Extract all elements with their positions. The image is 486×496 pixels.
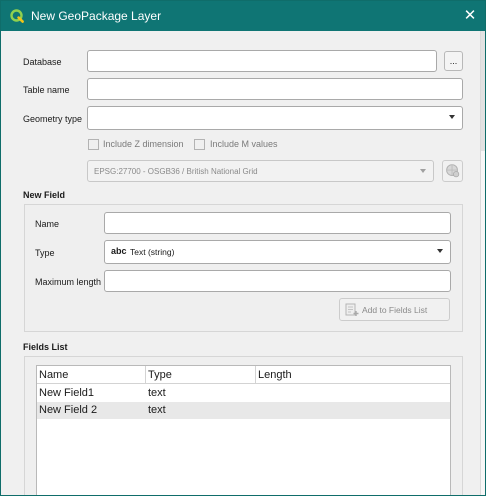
table-name-input[interactable] [87, 78, 463, 100]
new-geopackage-layer-dialog: New GeoPackage Layer ✕ Database ... Tabl… [0, 0, 486, 496]
window-title: New GeoPackage Layer [31, 9, 162, 23]
column-header-type[interactable]: Type [146, 366, 256, 384]
chevron-down-icon [437, 249, 443, 253]
browse-database-button[interactable]: ... [444, 51, 463, 71]
geometry-type-label: Geometry type [23, 114, 83, 124]
vertical-scrollbar[interactable] [480, 31, 485, 495]
close-icon[interactable]: ✕ [461, 6, 479, 26]
crs-select[interactable]: EPSG:27700 - OSGB36 / British National G… [87, 160, 434, 182]
include-m-label: Include M values [210, 139, 278, 149]
row-length-cell [256, 402, 450, 419]
text-type-icon: abc [111, 246, 127, 256]
database-label: Database [23, 57, 62, 67]
add-to-fields-list-label: Add to Fields List [362, 305, 428, 315]
table-row[interactable]: New Field1 text [37, 385, 450, 402]
include-z-label: Include Z dimension [103, 139, 184, 149]
field-name-label: Name [35, 219, 60, 229]
row-name-cell: New Field1 [39, 387, 95, 399]
crs-selector-icon [446, 164, 460, 178]
field-name-input[interactable] [104, 212, 451, 234]
fields-list-heading: Fields List [23, 342, 68, 352]
new-field-heading: New Field [23, 190, 66, 200]
row-type-cell: text [148, 387, 166, 399]
database-input[interactable] [87, 50, 437, 72]
column-header-name[interactable]: Name [37, 366, 146, 384]
table-name-label: Table name [23, 85, 70, 95]
table-row[interactable]: New Field 2 text [37, 402, 450, 419]
field-type-value: Text (string) [130, 247, 175, 257]
include-m-checkbox[interactable] [194, 139, 205, 150]
field-type-select[interactable]: abc Text (string) [104, 240, 451, 264]
scrollbar-thumb[interactable] [481, 31, 485, 151]
title-bar: New GeoPackage Layer ✕ [1, 1, 485, 31]
row-type-cell: text [148, 404, 166, 416]
geometry-type-select[interactable] [87, 106, 463, 130]
qgis-logo-icon [10, 9, 24, 23]
column-header-length[interactable]: Length [256, 366, 450, 384]
row-name-cell: New Field 2 [39, 404, 98, 416]
chevron-down-icon [449, 115, 455, 119]
maximum-length-label: Maximum length [35, 277, 102, 287]
maximum-length-input[interactable] [104, 270, 451, 292]
row-length-cell [256, 385, 450, 402]
crs-selector-button[interactable] [442, 160, 463, 182]
add-field-icon [345, 303, 359, 316]
crs-value: EPSG:27700 - OSGB36 / British National G… [94, 167, 258, 176]
chevron-down-icon [420, 169, 426, 173]
add-to-fields-list-button[interactable]: Add to Fields List [339, 298, 450, 321]
include-z-checkbox[interactable] [88, 139, 99, 150]
fields-table: Name Type Length New Field1 text New Fie… [36, 365, 451, 495]
field-type-label: Type [35, 248, 55, 258]
